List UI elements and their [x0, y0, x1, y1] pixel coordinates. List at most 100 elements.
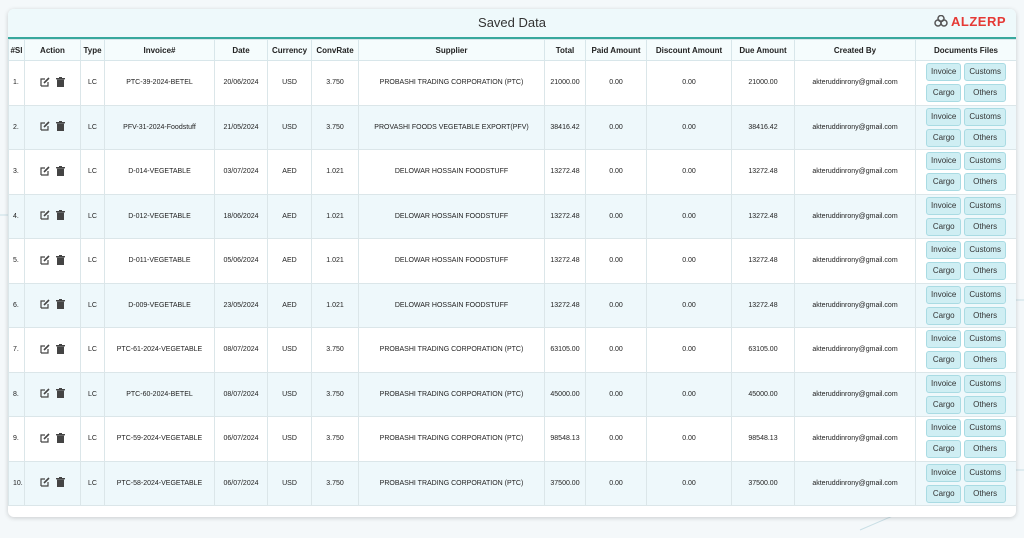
others-doc-button[interactable]: Others [964, 351, 1006, 370]
cell-supplier: DELOWAR HOSSAIN FOODSTUFF [358, 149, 545, 195]
invoice-doc-button[interactable]: Invoice [926, 374, 962, 393]
saved-data-table: #Sl Action Type Invoice# Date Currency ConvRat… [8, 39, 1016, 506]
cell-rate: 1.021 [311, 193, 359, 239]
invoice-doc-button[interactable]: Invoice [926, 419, 962, 438]
trash-icon[interactable] [56, 254, 65, 267]
cell-type: LC [80, 282, 105, 328]
customs-doc-button[interactable]: Customs [964, 63, 1006, 82]
edit-icon[interactable] [40, 477, 50, 489]
documents-cell: Invoice Customs Cargo Others [915, 460, 1016, 506]
trash-icon[interactable] [56, 432, 65, 445]
edit-icon[interactable] [40, 121, 50, 133]
cargo-doc-button[interactable]: Cargo [926, 173, 962, 192]
cell-invoice: PTC-39-2024-BETEL [104, 60, 215, 106]
cell-supplier: PROBASHI TRADING CORPORATION (PTC) [358, 460, 545, 506]
others-doc-button[interactable]: Others [964, 173, 1006, 192]
trash-icon[interactable] [56, 343, 65, 356]
cell-type: LC [80, 60, 105, 106]
trash-icon[interactable] [56, 299, 65, 311]
invoice-doc-button[interactable]: Invoice [926, 330, 962, 349]
edit-icon[interactable] [40, 388, 50, 400]
others-doc-button[interactable]: Others [964, 217, 1006, 236]
cell-created-by: akteruddinrony@gmail.com [794, 460, 916, 506]
cell-total: 98548.13 [544, 416, 586, 462]
cell-paid: 0.00 [585, 60, 647, 106]
documents-cell: Invoice Customs Cargo Others [915, 238, 1016, 284]
others-doc-button[interactable]: Others [964, 440, 1006, 459]
customs-doc-button[interactable]: Customs [964, 152, 1006, 171]
cargo-doc-button[interactable]: Cargo [926, 440, 962, 459]
cell-total: 63105.00 [544, 327, 586, 373]
cargo-doc-button[interactable]: Cargo [926, 484, 962, 503]
invoice-doc-button[interactable]: Invoice [926, 463, 962, 482]
edit-icon[interactable] [40, 299, 50, 311]
table-row: 8. LC PTC-60-2024-BETEL 08/07/2024 USD 3.750 P… [8, 371, 1016, 417]
trash-icon[interactable] [56, 121, 65, 133]
cell-type: LC [80, 149, 105, 195]
cell-rate: 3.750 [311, 460, 359, 506]
edit-icon[interactable] [40, 210, 50, 222]
cell-paid: 0.00 [585, 327, 647, 373]
cell-rate: 1.021 [311, 282, 359, 328]
cell-sl: 9. [8, 416, 25, 462]
customs-doc-button[interactable]: Customs [964, 285, 1006, 304]
trash-icon[interactable] [56, 165, 65, 178]
customs-doc-button[interactable]: Customs [964, 374, 1006, 393]
column-header: Discount Amount [646, 39, 732, 61]
cargo-doc-button[interactable]: Cargo [926, 128, 962, 147]
others-doc-button[interactable]: Others [964, 262, 1006, 281]
others-doc-button[interactable]: Others [964, 128, 1006, 147]
cell-paid: 0.00 [585, 238, 647, 284]
cell-discount: 0.00 [646, 460, 732, 506]
cell-invoice: PFV-31-2024-Foodstuff [104, 104, 215, 150]
others-doc-button[interactable]: Others [964, 484, 1006, 503]
cargo-doc-button[interactable]: Cargo [926, 395, 962, 414]
action-cell [24, 371, 81, 417]
column-header: Total [544, 39, 586, 61]
cell-currency: USD [267, 60, 312, 106]
cell-type: LC [80, 104, 105, 150]
invoice-doc-button[interactable]: Invoice [926, 241, 962, 260]
invoice-doc-button[interactable]: Invoice [926, 285, 962, 304]
cell-supplier: PROBASHI TRADING CORPORATION (PTC) [358, 371, 545, 417]
trash-icon[interactable] [56, 76, 65, 89]
customs-doc-button[interactable]: Customs [964, 107, 1006, 126]
documents-cell: Invoice Customs Cargo Others [915, 149, 1016, 195]
trash-icon[interactable] [56, 210, 65, 222]
cargo-doc-button[interactable]: Cargo [926, 351, 962, 370]
cargo-doc-button[interactable]: Cargo [926, 84, 962, 103]
cell-due: 13272.48 [731, 193, 795, 239]
cargo-doc-button[interactable]: Cargo [926, 217, 962, 236]
customs-doc-button[interactable]: Customs [964, 196, 1006, 215]
action-cell [24, 104, 81, 150]
cell-paid: 0.00 [585, 282, 647, 328]
cell-type: LC [80, 327, 105, 373]
trash-icon[interactable] [56, 477, 65, 489]
table-row: 2. LC PFV-31-2024-Foodstuff 21/05/2024 USD 3.… [8, 104, 1016, 150]
others-doc-button[interactable]: Others [964, 395, 1006, 414]
edit-icon[interactable] [40, 344, 50, 356]
cell-date: 06/07/2024 [214, 460, 268, 506]
customs-doc-button[interactable]: Customs [964, 330, 1006, 349]
trash-icon[interactable] [56, 388, 65, 400]
customs-doc-button[interactable]: Customs [964, 241, 1006, 260]
invoice-doc-button[interactable]: Invoice [926, 196, 962, 215]
saved-data-panel: Saved Data ALZERP #Sl Action Type Invoice# D… [8, 9, 1016, 517]
edit-icon[interactable] [40, 433, 50, 445]
cargo-doc-button[interactable]: Cargo [926, 306, 962, 325]
edit-icon[interactable] [40, 255, 50, 267]
cell-date: 21/05/2024 [214, 104, 268, 150]
customs-doc-button[interactable]: Customs [964, 419, 1006, 438]
customs-doc-button[interactable]: Customs [964, 463, 1006, 482]
others-doc-button[interactable]: Others [964, 84, 1006, 103]
edit-icon[interactable] [40, 77, 50, 89]
column-header: Action [24, 39, 81, 61]
cell-sl: 4. [8, 193, 25, 239]
invoice-doc-button[interactable]: Invoice [926, 107, 962, 126]
invoice-doc-button[interactable]: Invoice [926, 63, 962, 82]
others-doc-button[interactable]: Others [964, 306, 1006, 325]
table-row: 7. LC PTC-61-2024-VEGETABLE 08/07/2024 USD 3.… [8, 327, 1016, 373]
edit-icon[interactable] [40, 166, 50, 178]
invoice-doc-button[interactable]: Invoice [926, 152, 962, 171]
cargo-doc-button[interactable]: Cargo [926, 262, 962, 281]
